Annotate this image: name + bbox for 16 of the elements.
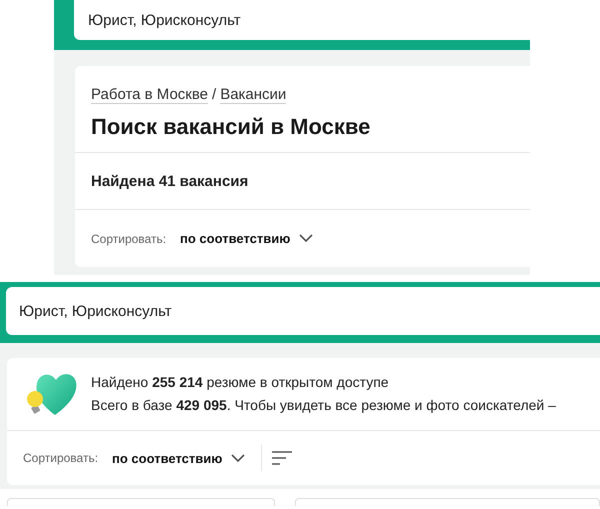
page-title: Поиск вакансий в Москве: [91, 114, 372, 140]
chevron-down-icon: [299, 234, 314, 243]
sort-lines-icon[interactable]: [272, 451, 292, 465]
info-text: Всего в базе 429 095. Чтобы увидеть все резюме и фото соискателей –: [91, 396, 556, 415]
sort-dropdown[interactable]: по соответствию: [112, 450, 246, 466]
chevron-down-icon: [231, 454, 246, 462]
results-count: Найдена 41 вакансия: [91, 172, 248, 190]
sort-dropdown[interactable]: по соответствию: [180, 231, 314, 246]
info-text: Найдено 255 214 резюме в открытом доступе: [91, 373, 390, 392]
sort-label: Сортировать:: [23, 451, 98, 465]
breadcrumb-link[interactable]: Вакансии: [220, 86, 286, 104]
breadcrumb-separator: /: [212, 86, 216, 103]
search-field[interactable]: Юрист, Юрисконсульт: [6, 287, 600, 335]
breadcrumb-link[interactable]: Работа в Москве: [91, 86, 208, 104]
sort-label: Сортировать:: [91, 232, 166, 246]
search-field[interactable]: Юрист, Юрисконсульт: [74, 0, 530, 40]
